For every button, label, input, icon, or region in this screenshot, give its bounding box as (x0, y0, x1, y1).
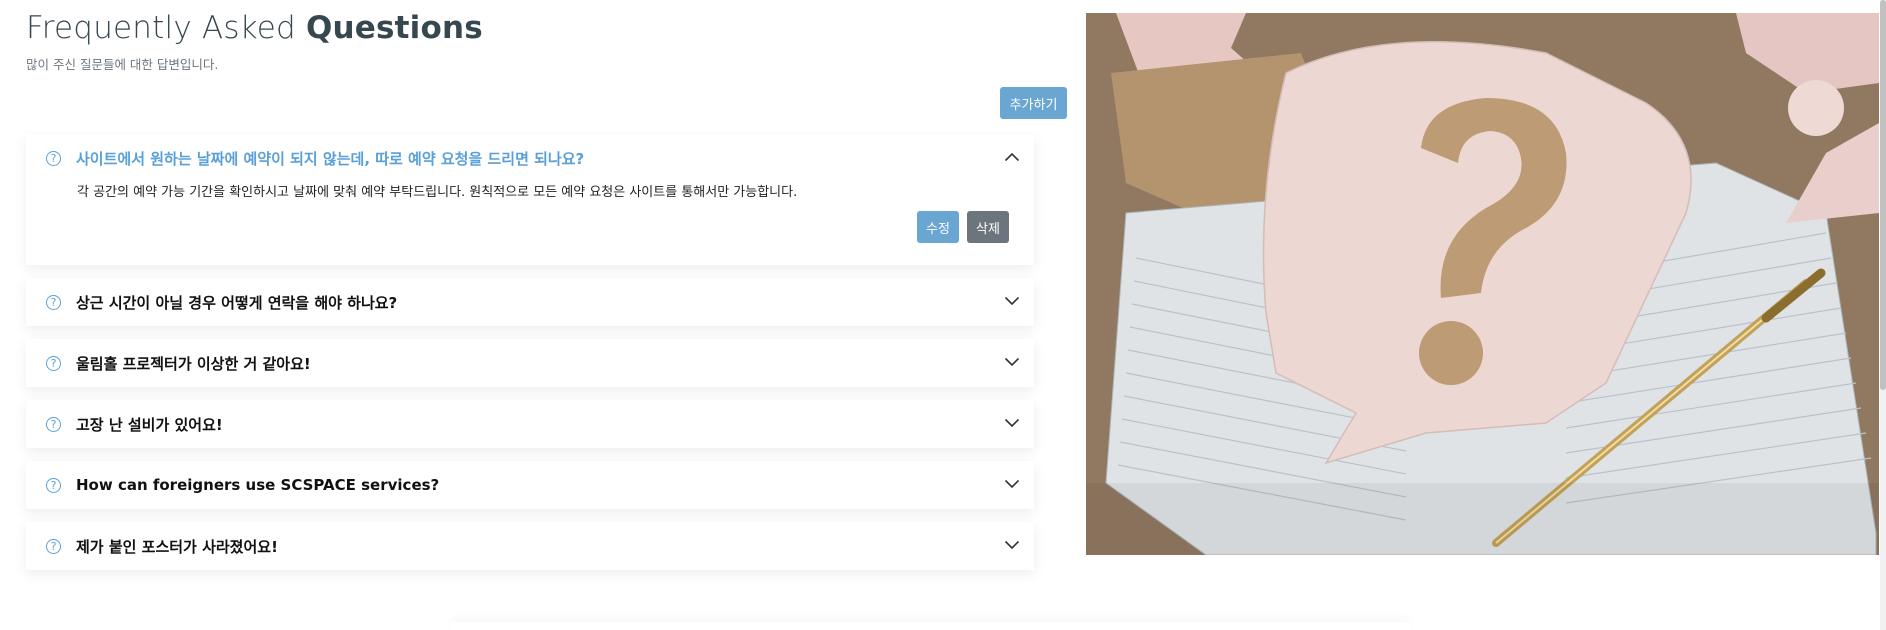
chevron-down-icon[interactable] (1004, 295, 1020, 307)
chevron-down-icon[interactable] (1004, 478, 1020, 490)
page-title-light: Frequently Asked (26, 10, 306, 46)
page-title-bold: Questions (305, 10, 483, 46)
faq-accordion: ? 사이트에서 원하는 날짜에 예약이 되지 않는데, 따로 예약 요청을 드리… (26, 134, 1034, 583)
faq-item: ? 고장 난 설비가 있어요! (26, 400, 1034, 448)
faq-item: ? How can foreigners use SCSPACE service… (26, 461, 1034, 509)
page-title: Frequently Asked Questions (26, 8, 483, 48)
faq-question-text: 울림홀 프로젝터가 이상한 거 같아요! (76, 354, 311, 373)
faq-question-header[interactable]: ? 울림홀 프로젝터가 이상한 거 같아요! (26, 339, 1034, 387)
faq-question-header[interactable]: ? 고장 난 설비가 있어요! (26, 400, 1034, 448)
faq-question-header[interactable]: ? How can foreigners use SCSPACE service… (26, 461, 1034, 509)
faq-question-header[interactable]: ? 사이트에서 원하는 날짜에 예약이 되지 않는데, 따로 예약 요청을 드리… (26, 134, 1034, 182)
scrollbar-thumb[interactable] (1880, 0, 1886, 390)
add-faq-button[interactable]: 추가하기 (1000, 87, 1067, 119)
faq-item: ? 제가 붙인 포스터가 사라졌어요! (26, 522, 1034, 570)
question-circle-icon: ? (46, 477, 61, 493)
footer-shadow (450, 622, 1410, 630)
faq-question-text: 사이트에서 원하는 날짜에 예약이 되지 않는데, 따로 예약 요청을 드리면 … (76, 149, 585, 168)
faq-answer-text: 각 공간의 예약 가능 기간을 확인하시고 날짜에 맞춰 예약 부탁드립니다. … (77, 185, 798, 200)
page-subtitle: 많이 주신 질문들에 대한 답변입니다. (26, 57, 219, 72)
page-scrollbar[interactable] (1880, 0, 1886, 630)
question-circle-icon: ? (46, 150, 61, 166)
faq-actions: 수정 삭제 (77, 211, 1009, 243)
chevron-down-icon[interactable] (1004, 356, 1020, 368)
question-circle-icon: ? (46, 294, 61, 310)
faq-item: ? 상근 시간이 아닐 경우 어떻게 연락을 해야 하나요? (26, 278, 1034, 326)
faq-question-text: 고장 난 설비가 있어요! (76, 415, 223, 434)
faq-question-header[interactable]: ? 상근 시간이 아닐 경우 어떻게 연락을 해야 하나요? (26, 278, 1034, 326)
faq-illustration-image (1086, 13, 1879, 555)
faq-question-text: 상근 시간이 아닐 경우 어떻게 연락을 해야 하나요? (76, 293, 398, 312)
faq-question-text: 제가 붙인 포스터가 사라졌어요! (76, 537, 278, 556)
delete-button[interactable]: 삭제 (967, 211, 1009, 243)
question-circle-icon: ? (46, 355, 61, 371)
faq-item: ? 울림홀 프로젝터가 이상한 거 같아요! (26, 339, 1034, 387)
chevron-up-icon[interactable] (1004, 151, 1020, 163)
question-circle-icon: ? (46, 416, 61, 432)
question-circle-icon: ? (46, 538, 61, 554)
faq-item: ? 사이트에서 원하는 날짜에 예약이 되지 않는데, 따로 예약 요청을 드리… (26, 134, 1034, 265)
faq-question-text: How can foreigners use SCSPACE services? (76, 476, 440, 494)
page-header: Frequently Asked Questions 많이 주신 질문들에 대한… (26, 8, 483, 73)
chevron-down-icon[interactable] (1004, 417, 1020, 429)
faq-question-header[interactable]: ? 제가 붙인 포스터가 사라졌어요! (26, 522, 1034, 570)
chevron-down-icon[interactable] (1004, 539, 1020, 551)
edit-button[interactable]: 수정 (917, 211, 959, 243)
faq-answer-panel: 각 공간의 예약 가능 기간을 확인하시고 날짜에 맞춰 예약 부탁드립니다. … (26, 182, 1034, 265)
